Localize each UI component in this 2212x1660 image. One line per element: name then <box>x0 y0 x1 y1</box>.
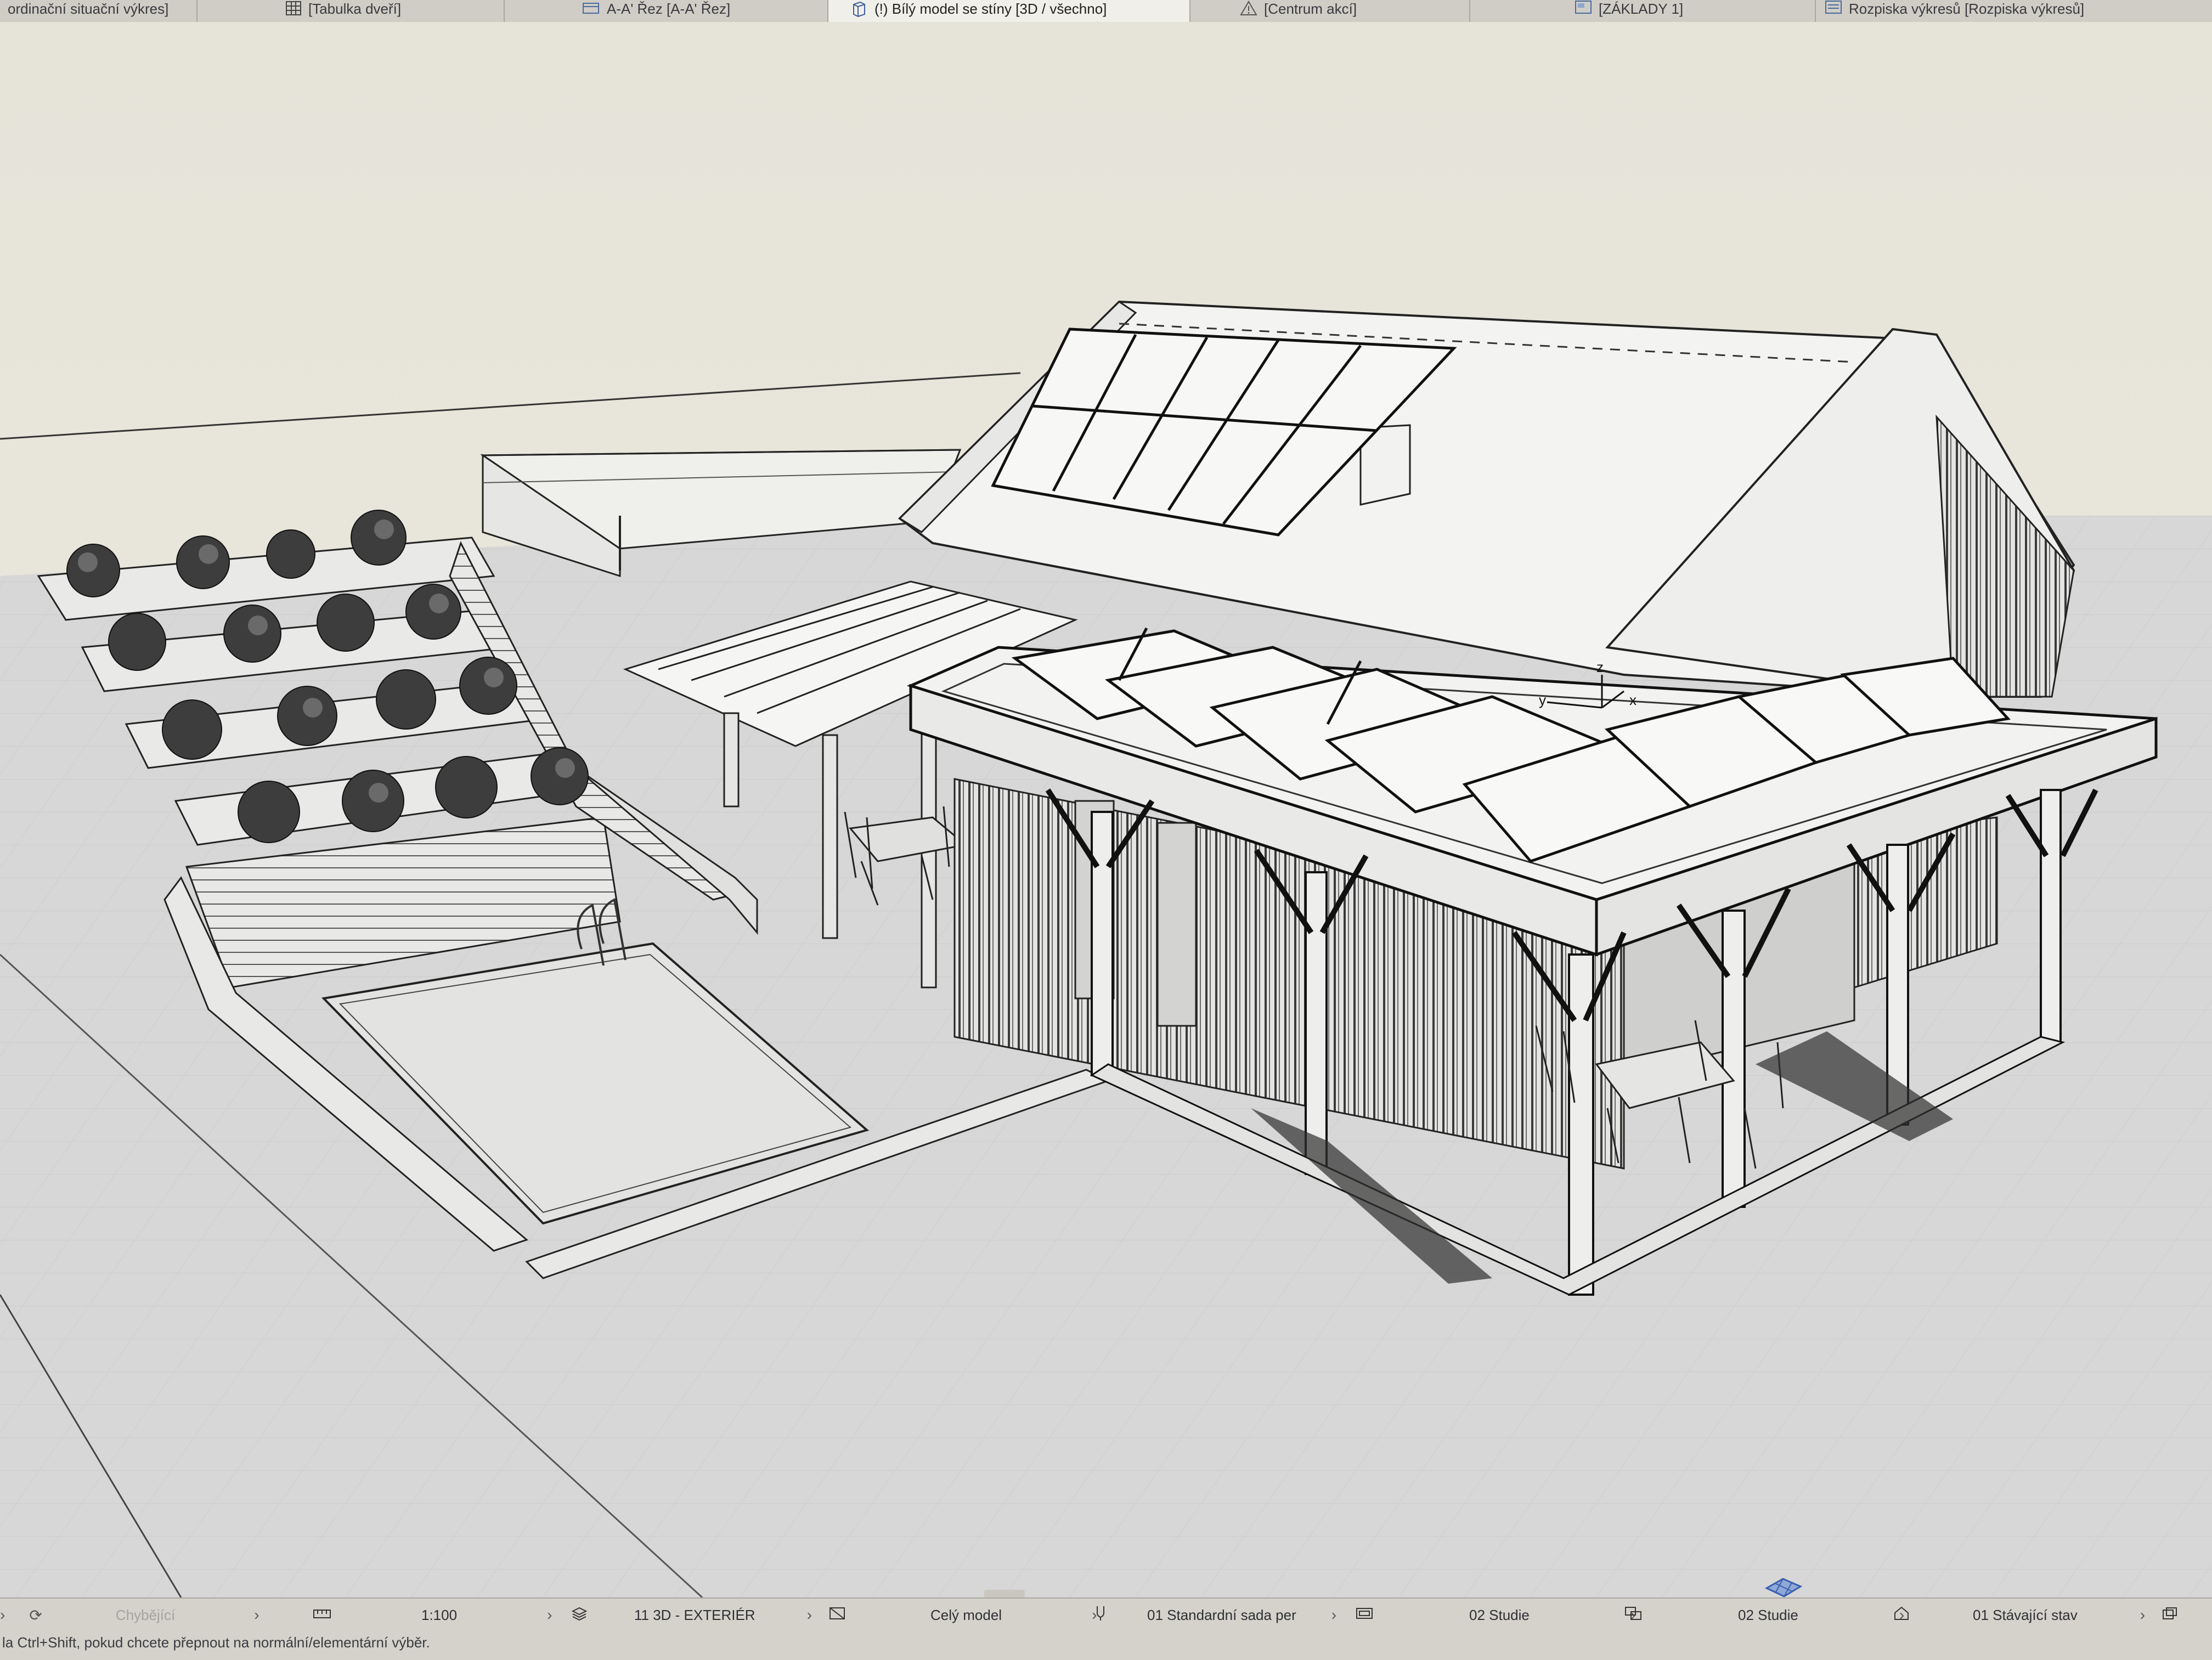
tab-action-center[interactable]: [Centrum akcí] <box>1190 0 1470 22</box>
tab-label: Rozpiska výkresů [Rozpiska výkresů] <box>1849 1 2085 17</box>
status-hint-text: la Ctrl+Shift, pokud chcete přepnout na … <box>2 1634 430 1651</box>
model-view-icon <box>828 1606 846 1624</box>
chevron-right-icon[interactable]: › <box>547 1606 552 1624</box>
section-icon <box>582 0 600 15</box>
view-tab-bar: ordinační situační výkres] [Tabulka dveř… <box>0 0 2212 23</box>
tab-label: (!) Bílý model se stíny [3D / všechno] <box>874 1 1107 17</box>
warning-icon <box>1240 0 1257 16</box>
redo-arrow-icon[interactable]: ⟳ <box>29 1606 42 1624</box>
axis-label-z: z <box>1596 659 1604 675</box>
scale-selector[interactable]: 1:100 › <box>313 1603 552 1627</box>
table-icon <box>285 0 302 16</box>
tab-label: [Centrum akcí] <box>1264 1 1357 17</box>
chevron-right-icon[interactable]: › <box>807 1606 812 1624</box>
layout-icon <box>1575 0 1592 14</box>
undo-redo-group: › ⟳ Chybějící › <box>0 1603 259 1627</box>
tab-drawing-list[interactable]: Rozpiska výkresů [Rozpiska výkresů] <box>1816 0 2212 22</box>
tab-label: [ZÁKLADY 1] <box>1599 1 1684 17</box>
tab-door-schedule[interactable]: [Tabulka dveří] <box>198 0 505 22</box>
pen-set-selector[interactable]: 01 Standardní sada per › <box>1094 1603 1336 1627</box>
status-bar: › ⟳ Chybějící › 1:100 › 11 3D - EXTERIÉR… <box>0 1597 2212 1660</box>
chevron-right-icon[interactable]: › <box>2140 1606 2145 1624</box>
tab-label: [Tabulka dveří] <box>308 1 402 17</box>
renovation-filter-value: 02 Studie <box>1738 1606 1798 1623</box>
tab-label: A-A' Řez [A-A' Řez] <box>607 1 731 17</box>
tab-label: ordinační situační výkres] <box>8 1 169 17</box>
3d-model-canvas[interactable]: y x z <box>0 22 2212 1597</box>
renovation-icon <box>1624 1606 1643 1625</box>
tab-3d-white-model[interactable]: (!) Bílý model se stíny [3D / všechno] <box>828 0 1190 22</box>
model-view-options-selector[interactable]: 02 Studie › <box>1355 1603 1635 1627</box>
model-view-value: Celý model <box>930 1606 1002 1623</box>
chevron-right-icon[interactable]: › <box>254 1606 259 1624</box>
layers-icon <box>571 1606 588 1625</box>
3d-viewport[interactable]: y x z <box>0 22 2212 1597</box>
pen-set-value: 01 Standardní sada per <box>1147 1606 1296 1623</box>
chevron-right-icon[interactable]: › <box>1331 1606 1336 1624</box>
model-view-options-value: 02 Studie <box>1469 1606 1530 1623</box>
tab-section-a-a[interactable]: A-A' Řez [A-A' Řez] <box>505 0 828 22</box>
layer-combination-selector[interactable]: 11 3D - EXTERIÉR › <box>571 1603 812 1627</box>
tab-site-plan[interactable]: ordinační situační výkres] <box>0 0 198 22</box>
structure-display-selector[interactable]: 01 Stávající stav › <box>1893 1603 2178 1627</box>
window-icon[interactable] <box>2162 1606 2178 1624</box>
layer-combination-value: 11 3D - EXTERIÉR <box>634 1606 755 1623</box>
pen-icon <box>1094 1605 1107 1625</box>
model-view-options-icon <box>1355 1606 1374 1624</box>
structure-display-value: 01 Stávající stav <box>1973 1606 2078 1623</box>
tab-layout-zaklady[interactable]: [ZÁKLADY 1] <box>1470 0 1816 22</box>
axis-label-x: x <box>1629 692 1637 708</box>
axis-label-y: y <box>1539 692 1546 708</box>
model-view-selector[interactable]: Celý model › <box>828 1603 1097 1627</box>
cube-icon <box>850 0 868 18</box>
list-icon <box>1825 0 1842 14</box>
undo-arrow-icon[interactable]: › <box>0 1606 5 1624</box>
house-icon <box>1893 1605 1910 1625</box>
renovation-filter-selector[interactable]: 02 Studie › <box>1624 1603 1904 1627</box>
scale-icon <box>313 1607 331 1624</box>
scale-value: 1:100 <box>421 1606 458 1623</box>
missing-label: Chybějící <box>115 1606 176 1623</box>
